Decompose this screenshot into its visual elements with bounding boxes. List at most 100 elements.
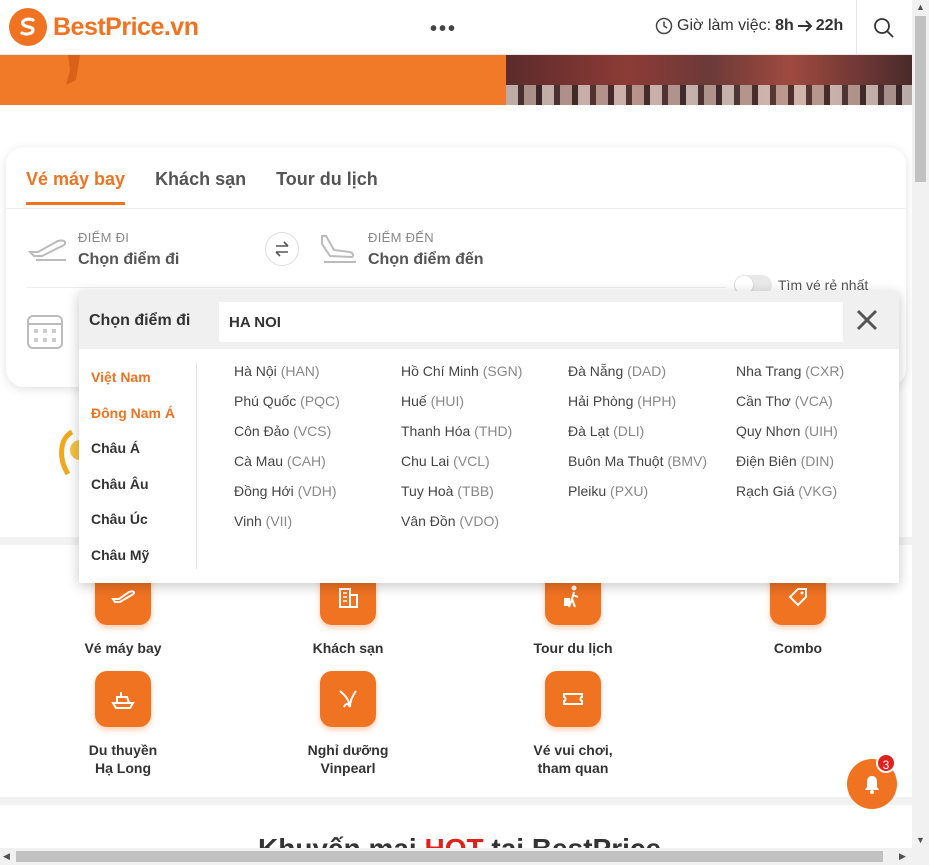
tab-tours[interactable]: Tour du lịch (276, 169, 378, 205)
city-name: Rạch Giá (736, 483, 795, 499)
city-option[interactable]: Côn Đảo (VCS) (234, 423, 401, 443)
city-name: Đà Nẵng (568, 363, 624, 379)
category-label: Du thuyền Hạ Long (53, 741, 193, 777)
search-icon[interactable] (872, 16, 896, 40)
airport-code: (TBB) (457, 483, 494, 499)
origin-value: Chọn điểm đi (78, 251, 180, 268)
city-name: Phú Quốc (234, 393, 297, 409)
horizontal-scroll-thumb[interactable] (16, 851, 883, 862)
city-grid: Hà Nội (HAN) Hồ Chí Minh (SGN) Đà Nẵng (DA… (234, 363, 896, 533)
logo-s-icon (9, 8, 47, 46)
swap-button[interactable] (265, 232, 299, 266)
category-label-line1: Nghỉ dưỡng (307, 742, 389, 758)
brand-logo[interactable]: BestPrice.vn (9, 8, 199, 46)
city-option[interactable]: Điện Biên (DIN) (736, 453, 896, 473)
plane-landing-icon (321, 235, 356, 263)
category-cruise[interactable]: Du thuyền Hạ Long (53, 671, 193, 777)
airport-code: (CAH) (286, 453, 326, 469)
city-name: Côn Đảo (234, 423, 290, 439)
category-label: Vé vui chơi, tham quan (503, 741, 643, 777)
city-option[interactable]: Đà Nẵng (DAD) (568, 363, 736, 383)
origin-field[interactable]: ĐIỂM ĐI Chọn điểm đi (26, 230, 179, 269)
airport-code: (PXU) (610, 483, 649, 499)
origin-label: ĐIỂM ĐI (78, 230, 130, 245)
city-name: Đà Lạt (568, 423, 610, 439)
clock-icon (655, 17, 673, 35)
category-resort[interactable]: Nghỉ dưỡng Vinpearl (278, 671, 418, 777)
city-name: Tuy Hoà (401, 483, 454, 499)
region-europe[interactable]: Châu Âu (79, 470, 196, 506)
scroll-left-arrow[interactable]: ◀ (3, 851, 10, 862)
city-option[interactable]: Pleiku (PXU) (568, 483, 736, 503)
destination-field[interactable]: ĐIỂM ĐẾN Chọn điểm đến (316, 230, 484, 269)
top-header: BestPrice.vn ••• Giờ làm việc: 8h 22h (0, 0, 912, 55)
arrow-right-icon (797, 20, 813, 32)
city-name: Cần Thơ (736, 393, 791, 409)
airport-code: (VKG) (798, 483, 838, 499)
close-icon[interactable] (855, 308, 879, 332)
city-option[interactable]: Rạch Giá (VKG) (736, 483, 896, 503)
airport-code: (VDH) (297, 483, 337, 499)
destination-value: Chọn điểm đến (368, 251, 484, 268)
airport-code: (HPH) (637, 393, 677, 409)
city-name: Buôn Ma Thuột (568, 453, 664, 469)
city-option[interactable]: Hà Nội (HAN) (234, 363, 401, 383)
city-name: Cà Mau (234, 453, 284, 469)
city-name: Huế (401, 393, 427, 409)
category-label: Vé máy bay (84, 640, 162, 656)
origin-search-input[interactable] (219, 302, 843, 342)
city-option[interactable]: Nha Trang (CXR) (736, 363, 896, 383)
banner-figure-decoration (66, 55, 80, 85)
city-option[interactable]: Huế (HUI) (401, 393, 568, 413)
category-label: Combo (773, 640, 823, 656)
city-option[interactable]: Phú Quốc (PQC) (234, 393, 401, 413)
city-option[interactable]: Đà Lạt (DLI) (568, 423, 736, 443)
city-option[interactable]: Chu Lai (VCL) (401, 453, 568, 473)
notification-count-badge: 3 (876, 753, 896, 773)
region-america[interactable]: Châu Mỹ (79, 541, 196, 577)
destination-label: ĐIỂM ĐẾN (368, 230, 434, 245)
scroll-right-arrow[interactable]: ▶ (899, 851, 906, 862)
category-label-line2: tham quan (537, 760, 609, 776)
city-option[interactable]: Tuy Hoà (TBB) (401, 483, 568, 503)
city-name: Vân Đồn (401, 513, 456, 529)
category-tickets[interactable]: Vé vui chơi, tham quan (503, 671, 643, 777)
city-option[interactable]: Buôn Ma Thuột (BMV) (568, 453, 736, 473)
row-divider (26, 287, 726, 288)
city-option[interactable]: Quy Nhơn (UIH) (736, 423, 896, 443)
origin-dropdown: Chọn điểm đi Việt Nam Đông Nam Á Châu Á … (79, 291, 899, 583)
city-name: Vinh (234, 513, 262, 529)
city-name: Nha Trang (736, 363, 802, 379)
region-asia[interactable]: Châu Á (79, 434, 196, 470)
city-name: Hồ Chí Minh (401, 363, 479, 379)
tabs-divider (6, 208, 906, 209)
vertical-scroll-thumb[interactable] (915, 16, 926, 182)
tab-flights[interactable]: Vé máy bay (26, 169, 126, 205)
hero-banner (0, 55, 912, 105)
hours-from: 8h (775, 17, 794, 34)
city-option[interactable]: Đồng Hới (VDH) (234, 483, 401, 503)
working-hours: Giờ làm việc: 8h 22h (655, 17, 843, 35)
category-label: Tour du lịch (533, 640, 613, 656)
tab-hotels[interactable]: Khách sạn (155, 169, 246, 205)
airport-code: (HUI) (430, 393, 465, 409)
region-southeast-asia[interactable]: Đông Nam Á (79, 399, 196, 435)
city-option[interactable]: Cần Thơ (VCA) (736, 393, 896, 413)
scroll-down-arrow[interactable]: ▼ (916, 835, 925, 845)
city-option[interactable]: Hồ Chí Minh (SGN) (401, 363, 568, 383)
scroll-up-arrow[interactable]: ▲ (916, 2, 925, 12)
city-option[interactable]: Cà Mau (CAH) (234, 453, 401, 473)
more-menu-button[interactable]: ••• (430, 18, 457, 41)
city-option[interactable]: Vinh (VII) (234, 513, 401, 533)
city-option[interactable]: Hải Phòng (HPH) (568, 393, 736, 413)
section-divider (0, 797, 912, 805)
city-name: Đồng Hới (234, 483, 294, 499)
category-label-line1: Vé vui chơi, (533, 742, 613, 758)
airport-code: (VII) (265, 513, 293, 529)
region-vietnam[interactable]: Việt Nam (79, 363, 196, 399)
region-australia[interactable]: Châu Úc (79, 505, 196, 541)
hours-label: Giờ làm việc: (677, 17, 772, 34)
city-option[interactable]: Thanh Hóa (THD) (401, 423, 568, 443)
city-option[interactable]: Vân Đồn (VDO) (401, 513, 568, 533)
airport-code: (HAN) (280, 363, 320, 379)
